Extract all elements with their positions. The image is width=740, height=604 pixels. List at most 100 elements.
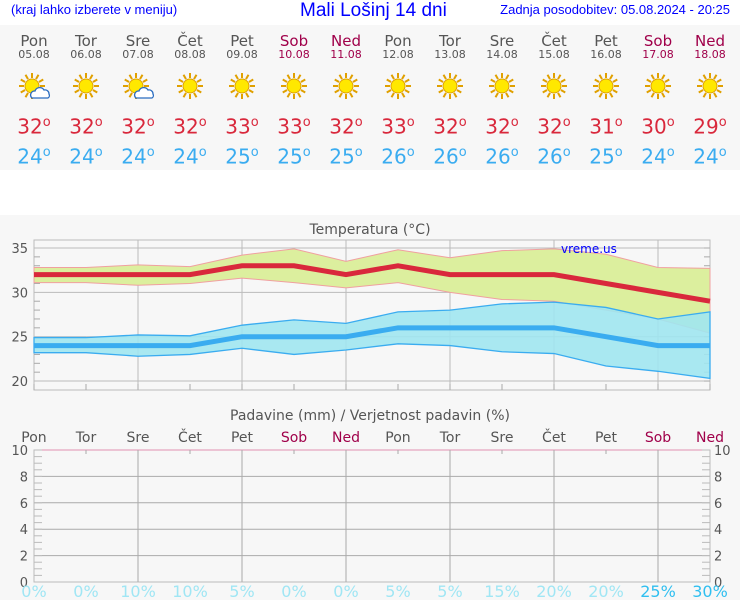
max-temp: 32o	[329, 114, 363, 139]
precip-chart-title: Padavine (mm) / Verjetnost padavin (%)	[230, 408, 510, 424]
day-name: Sob	[643, 32, 673, 50]
temp-ytick-label: 30	[11, 286, 28, 301]
precip-day-label: Tor	[439, 430, 461, 446]
max-temp: 32o	[173, 114, 207, 139]
forecast-row: Pon 05.08 32o 24o Tor 06.08 32o 24o Sre 07…	[0, 25, 740, 170]
sun-icon	[268, 69, 320, 103]
sun-icon	[632, 69, 684, 103]
charts: 20 25 30 35 Temperatura (°C) vreme.us Padavine…	[0, 215, 740, 601]
precip-probability: 0%	[21, 582, 46, 600]
day-column: Sre 07.08 32o 24o	[112, 33, 164, 170]
max-temp: 32o	[17, 114, 51, 139]
temp-chart-title: Temperatura (°C)	[308, 222, 430, 238]
day-date: 15.08	[538, 48, 570, 61]
last-updated: Zadnja posodobitev: 05.08.2024 - 20:25	[500, 2, 730, 17]
sun-icon	[372, 69, 424, 103]
day-name: Tor	[75, 32, 97, 50]
precip-day-label: Čet	[542, 428, 566, 446]
location-hint: (kraj lahko izberete v meniju)	[11, 2, 178, 17]
precip-plot-area	[33, 449, 711, 583]
day-name: Ned	[331, 32, 361, 50]
precip-day-label: Tor	[75, 430, 97, 446]
sun-icon	[216, 69, 268, 103]
precip-ytick-right: 2	[714, 550, 722, 565]
sun-icon	[476, 69, 528, 103]
precip-probability: 30%	[692, 582, 728, 600]
precip-ytick-left: 2	[20, 550, 28, 565]
precip-probability: 10%	[120, 582, 156, 600]
min-temp: 26o	[485, 144, 519, 169]
precip-ytick-right: 8	[714, 470, 722, 485]
min-temp: 24o	[121, 144, 155, 169]
day-name: Pon	[20, 32, 48, 50]
day-name: Pon	[384, 32, 412, 50]
day-column: Pon 12.08 33o 26o	[372, 33, 424, 170]
day-date: 10.08	[278, 48, 310, 61]
day-name: Čet	[177, 32, 203, 50]
precip-day-label: Sre	[491, 430, 514, 446]
day-column: Pet 09.08 33o 25o	[216, 33, 268, 170]
max-temp: 32o	[537, 114, 571, 139]
max-temp: 31o	[589, 114, 623, 139]
min-temp: 25o	[589, 144, 623, 169]
precip-day-label: Čet	[178, 428, 202, 446]
day-name: Sre	[125, 32, 151, 50]
sun-cloud-icon	[112, 69, 164, 103]
precip-ytick-left: 4	[20, 523, 28, 538]
precip-ytick-right: 10	[714, 444, 731, 459]
temp-ytick-label: 20	[11, 375, 28, 390]
day-column: Tor 06.08 32o 24o	[60, 33, 112, 170]
max-temp: 32o	[69, 114, 103, 139]
sun-icon	[528, 69, 580, 103]
day-date: 16.08	[590, 48, 622, 61]
temp-ytick-label: 35	[11, 242, 28, 257]
day-date: 05.08	[18, 48, 50, 61]
sun-cloud-icon	[8, 69, 60, 103]
day-date: 09.08	[226, 48, 258, 61]
precip-day-label: Pon	[385, 430, 410, 446]
day-column: Sob 10.08 33o 25o	[268, 33, 320, 170]
day-column: Čet 15.08 32o 26o	[528, 33, 580, 170]
charts-svg: 20 25 30 35 Temperatura (°C) vreme.us Padavine…	[11, 222, 731, 601]
day-name: Sre	[489, 32, 515, 50]
header: (kraj lahko izberete v meniju) Mali Loši…	[0, 0, 740, 25]
sun-icon	[684, 69, 736, 103]
precip-day-label: Sob	[645, 430, 671, 446]
day-name: Sob	[279, 32, 309, 50]
day-column: Pet 16.08 31o 25o	[580, 33, 632, 170]
min-temp: 26o	[433, 144, 467, 169]
watermark: vreme.us	[561, 242, 617, 256]
precip-probability: 20%	[536, 582, 572, 600]
min-temp: 24o	[69, 144, 103, 169]
max-temp: 32o	[121, 114, 155, 139]
precip-probability: 20%	[588, 582, 624, 600]
day-date: 06.08	[70, 48, 102, 61]
sun-icon	[580, 69, 632, 103]
day-date: 12.08	[382, 48, 414, 61]
precip-probability: 25%	[640, 582, 676, 600]
max-temp: 32o	[433, 114, 467, 139]
day-date: 17.08	[642, 48, 674, 61]
precip-probability: 5%	[229, 582, 254, 600]
max-temp: 29o	[693, 114, 727, 139]
day-column: Pon 05.08 32o 24o	[8, 33, 60, 170]
min-temp: 24o	[173, 144, 207, 169]
day-name: Ned	[695, 32, 725, 50]
day-name: Pet	[230, 32, 254, 50]
min-temp: 24o	[641, 144, 675, 169]
min-temp: 24o	[693, 144, 727, 169]
min-temp: 26o	[381, 144, 415, 169]
precip-probability: 15%	[484, 582, 520, 600]
precip-ytick-left: 6	[20, 497, 28, 512]
precip-day-label: Pet	[595, 430, 618, 446]
day-date: 11.08	[330, 48, 362, 61]
day-name: Tor	[439, 32, 461, 50]
precip-day-label: Pet	[231, 430, 254, 446]
sun-icon	[320, 69, 372, 103]
max-temp: 33o	[277, 114, 311, 139]
day-name: Čet	[541, 32, 567, 50]
precip-probability: 0%	[333, 582, 358, 600]
max-temp: 33o	[225, 114, 259, 139]
precip-probability: 10%	[172, 582, 208, 600]
temp-ytick-label: 25	[11, 331, 28, 346]
